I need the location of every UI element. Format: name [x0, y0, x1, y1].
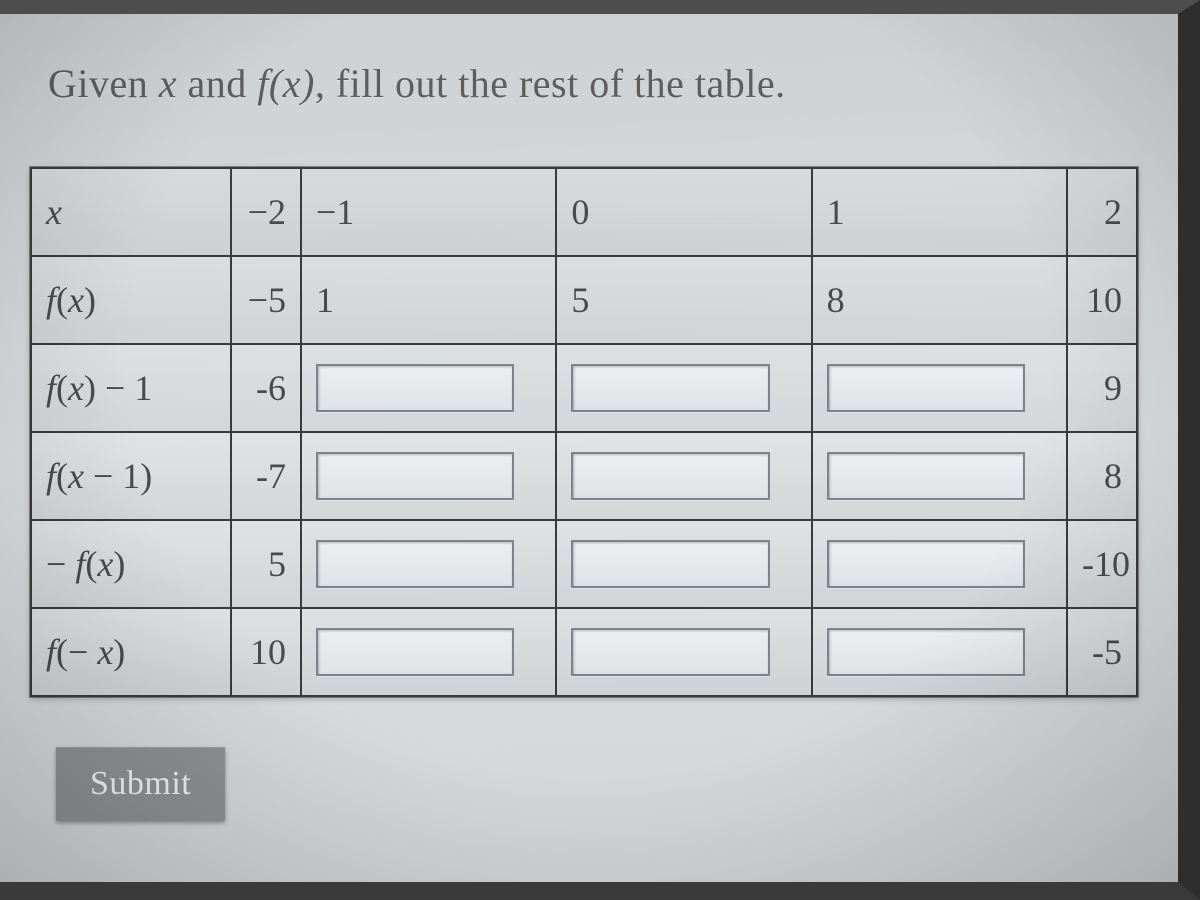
table-cell	[301, 344, 556, 432]
table-row: f(x − 1)-7 8	[31, 432, 1137, 520]
answer-input[interactable]	[571, 540, 769, 588]
header-cell: −2	[231, 168, 301, 256]
table-row: f(− x)10 -5	[31, 608, 1137, 696]
table-cell: 1	[301, 256, 556, 344]
prompt-prefix: Given	[48, 61, 159, 106]
function-table: x−2−1012f(x)−515810f(x) − 1-69f(x − 1)-7…	[30, 167, 1138, 697]
table-cell	[812, 344, 1067, 432]
table-row: f(x)−515810	[31, 256, 1137, 344]
table-cell: -7	[231, 432, 301, 520]
table-cell	[812, 608, 1067, 696]
table-cell	[556, 344, 811, 432]
answer-input[interactable]	[827, 452, 1025, 500]
table-cell	[301, 520, 556, 608]
answer-input[interactable]	[827, 540, 1025, 588]
table-cell: 5	[231, 520, 301, 608]
answer-input[interactable]	[827, 364, 1025, 412]
header-cell: 0	[556, 168, 811, 256]
table-cell	[301, 432, 556, 520]
answer-input[interactable]	[316, 628, 514, 676]
row-label-x: x	[31, 168, 231, 256]
table-cell	[556, 432, 811, 520]
table-row: f(x) − 1-6 9	[31, 344, 1137, 432]
prompt-var-x: x	[159, 61, 177, 106]
table-row: − f(x)5 -10	[31, 520, 1137, 608]
answer-input[interactable]	[316, 452, 514, 500]
screen-frame: Given x and f(x), fill out the rest of t…	[0, 0, 1200, 900]
prompt-suffix: , fill out the rest of the table.	[315, 61, 786, 106]
submit-button[interactable]: Submit	[56, 747, 225, 821]
row-label: f(− x)	[31, 608, 231, 696]
row-label: − f(x)	[31, 520, 231, 608]
table-cell	[301, 608, 556, 696]
answer-input[interactable]	[827, 628, 1025, 676]
table-cell	[812, 432, 1067, 520]
page: Given x and f(x), fill out the rest of t…	[30, 40, 1138, 842]
table-cell: 9	[1067, 344, 1137, 432]
prompt-mid: and	[177, 61, 257, 106]
table-cell: 8	[812, 256, 1067, 344]
table-cell: 8	[1067, 432, 1137, 520]
answer-input[interactable]	[316, 364, 514, 412]
table-cell: −5	[231, 256, 301, 344]
header-cell: 1	[812, 168, 1067, 256]
row-label: f(x − 1)	[31, 432, 231, 520]
answer-input[interactable]	[571, 364, 769, 412]
prompt-fn: f(x)	[257, 61, 315, 106]
header-cell: −1	[301, 168, 556, 256]
table-cell	[556, 608, 811, 696]
table-cell: 10	[231, 608, 301, 696]
question-prompt: Given x and f(x), fill out the rest of t…	[48, 60, 1120, 107]
table-cell: -10	[1067, 520, 1137, 608]
row-label: f(x)	[31, 256, 231, 344]
table-cell	[556, 520, 811, 608]
table-cell: 5	[556, 256, 811, 344]
answer-input[interactable]	[571, 452, 769, 500]
table-cell: 10	[1067, 256, 1137, 344]
header-cell: 2	[1067, 168, 1137, 256]
row-label: f(x) − 1	[31, 344, 231, 432]
table-cell	[812, 520, 1067, 608]
answer-input[interactable]	[316, 540, 514, 588]
answer-input[interactable]	[571, 628, 769, 676]
table-cell: -5	[1067, 608, 1137, 696]
table-row-header: x−2−1012	[31, 168, 1137, 256]
table-cell: -6	[231, 344, 301, 432]
